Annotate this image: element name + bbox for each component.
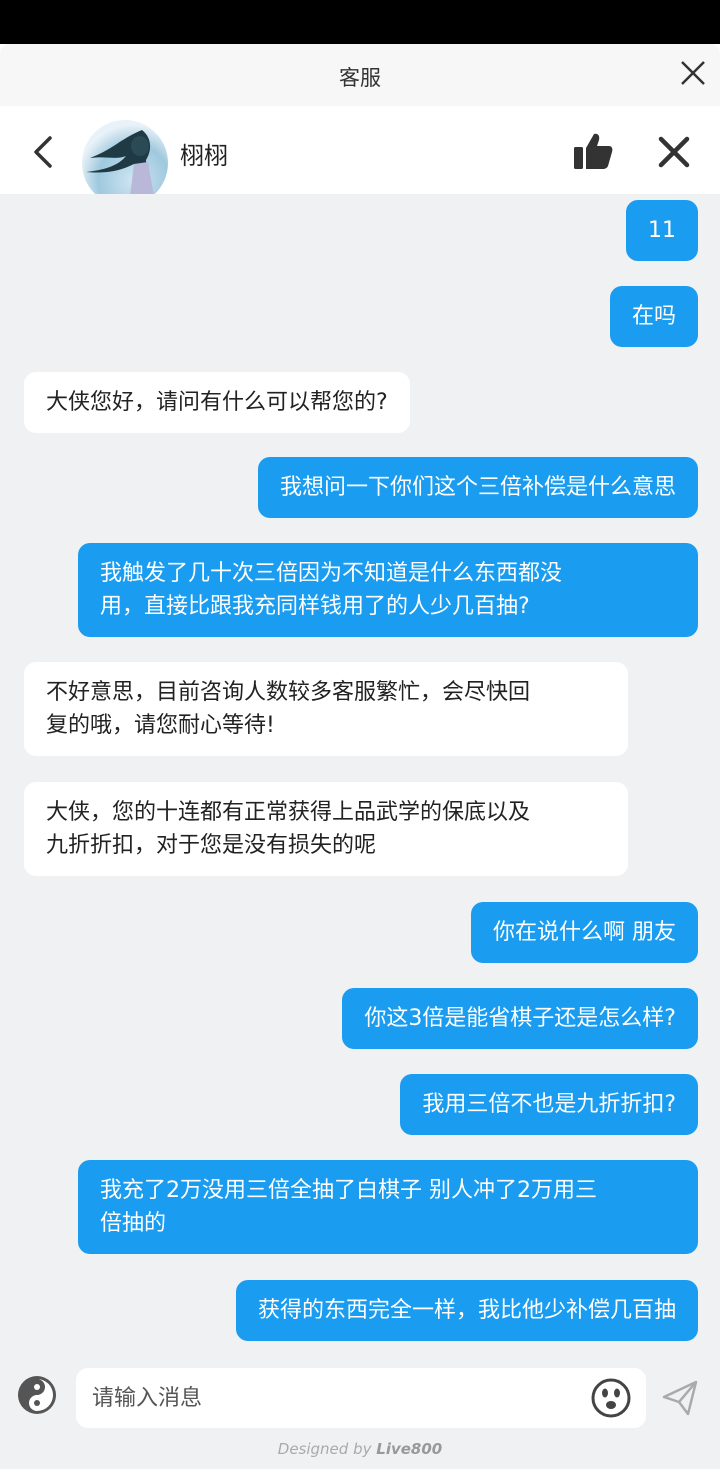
chat-header: 栩栩: [0, 106, 720, 206]
message-text: 大侠，您的十连都有正常获得上品武学的保底以及: [46, 800, 531, 825]
message-text: 九折折扣，对于您是没有损失的呢: [46, 833, 377, 858]
message-text: 我触发了几十次三倍因为不知道是什么东西都没: [100, 561, 563, 586]
message-text: 我想问一下你们这个三倍补偿是什么意思: [279, 475, 676, 500]
agent-name: 栩栩: [180, 142, 228, 170]
message-bubble-agent: 大侠，您的十连都有正常获得上品武学的保底以及 九折折扣，对于您是没有损失的呢: [24, 782, 628, 876]
message-text: 你这3倍是能省棋子还是怎么样?: [364, 1006, 676, 1031]
message-bubble-user: 在吗: [609, 286, 698, 347]
message-text: 你在说什么啊 朋友: [493, 920, 676, 945]
message-text: 不好意思，目前咨询人数较多客服繁忙，会尽快回: [46, 680, 531, 705]
message-text: 大侠您好，请问有什么可以帮您的?: [46, 390, 388, 415]
close-chat-icon[interactable]: [656, 134, 692, 170]
powered-by-footer: Designed by Live800: [0, 1440, 720, 1458]
send-icon[interactable]: [660, 1378, 700, 1418]
message-text: 用，直接比跟我充同样钱用了的人少几百抽?: [100, 594, 530, 619]
thumbs-up-icon[interactable]: [572, 130, 614, 172]
message-bubble-agent: 不好意思，目前咨询人数较多客服繁忙，会尽快回 复的哦，请您耐心等待!: [24, 662, 628, 756]
message-text: 倍抽的: [100, 1211, 167, 1236]
message-text: 11: [648, 218, 676, 243]
message-bubble-user: 我充了2万没用三倍全抽了白棋子 别人冲了2万用三 倍抽的: [78, 1160, 698, 1254]
message-bubble-user: 你在说什么啊 朋友: [471, 902, 698, 963]
message-bubble-agent: 大侠您好，请问有什么可以帮您的?: [24, 372, 410, 433]
message-text: 复的哦，请您耐心等待!: [46, 713, 275, 738]
composer: Designed by Live800: [0, 1360, 720, 1469]
message-bubble-user: 11: [626, 200, 698, 261]
message-text: 在吗: [631, 304, 676, 329]
message-text: 我用三倍不也是九折折扣?: [422, 1092, 676, 1117]
window-titlebar: 客服: [0, 44, 720, 106]
message-text: 获得的东西完全一样，我比他少补偿几百抽: [257, 1298, 676, 1323]
yin-yang-emoji-icon[interactable]: [16, 1374, 58, 1416]
message-bubble-user: 你这3倍是能省棋子还是怎么样?: [342, 988, 698, 1049]
window-title: 客服: [339, 66, 381, 90]
close-icon[interactable]: [678, 58, 708, 88]
message-bubble-user: 我想问一下你们这个三倍补偿是什么意思: [257, 457, 698, 518]
message-bubble-user: 我触发了几十次三倍因为不知道是什么东西都没 用，直接比跟我充同样钱用了的人少几百…: [78, 543, 698, 637]
message-input[interactable]: [76, 1368, 646, 1428]
message-bubble-user: 获得的东西完全一样，我比他少补偿几百抽: [235, 1280, 698, 1341]
message-list[interactable]: 11 在吗 大侠您好，请问有什么可以帮您的? 我想问一下你们这个三倍补偿是什么意…: [0, 194, 720, 1360]
emoji-picker-icon[interactable]: [590, 1377, 632, 1419]
status-bar: [0, 0, 720, 44]
message-text: 我充了2万没用三倍全抽了白棋子 别人冲了2万用三: [100, 1178, 597, 1203]
brand-logo-text: Live800: [376, 1440, 443, 1458]
back-arrow-icon[interactable]: [28, 134, 58, 170]
message-bubble-user: 我用三倍不也是九折折扣?: [400, 1074, 698, 1135]
designed-by-text: Designed by: [277, 1440, 372, 1458]
